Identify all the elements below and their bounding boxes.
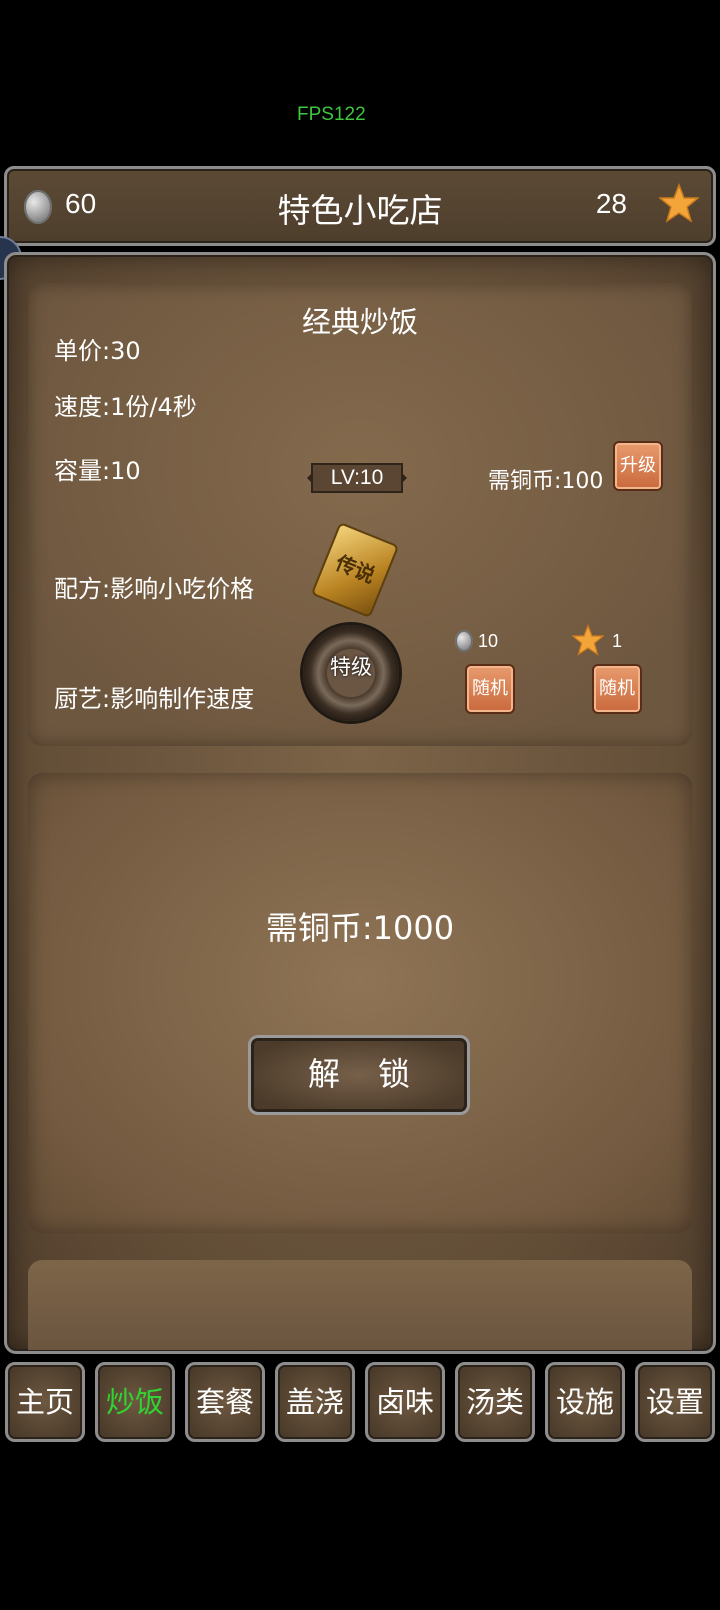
random-coin-cost: 10 [478,631,499,651]
unlock-button[interactable]: 解锁 [248,1035,470,1115]
upgrade-button[interactable]: 升级 [613,441,663,491]
random-coin-button[interactable]: 随机 [465,664,515,714]
star-icon [659,183,699,223]
tab-rice-bowl[interactable]: 盖浇 [275,1362,355,1442]
star-icon [572,624,604,656]
top-bar: 60 特色小吃店 28 [4,166,716,246]
star-count: 28 [595,188,627,219]
tab-set-meal[interactable]: 套餐 [185,1362,265,1442]
unlock-cost: 需铜币:1000 [265,909,455,947]
tab-soup[interactable]: 汤类 [455,1362,535,1442]
tab-home[interactable]: 主页 [5,1362,85,1442]
recipe-book-icon[interactable]: 传说 [310,521,400,619]
tab-facilities[interactable]: 设施 [545,1362,625,1442]
bottom-nav: 主页 炒饭 套餐 盖浇 卤味 汤类 设施 设置 [5,1362,717,1444]
upgrade-cost: 需铜币:100 [488,469,604,494]
fps-counter: FPS122 [297,104,366,125]
speed-label: 速度:1份/4秒 [54,393,197,421]
skill-badge-icon[interactable]: 特级 [303,625,399,721]
recipe-label: 配方:影响小吃价格 [54,575,255,603]
random-star-button[interactable]: 随机 [592,664,642,714]
skill-grade: 特级 [330,655,372,679]
tab-fried-rice[interactable]: 炒饭 [95,1362,175,1442]
next-dish-card [28,1260,692,1350]
price-label: 单价:30 [54,337,141,365]
random-star-cost: 1 [612,631,623,651]
tab-settings[interactable]: 设置 [635,1362,715,1442]
skill-label: 厨艺:影响制作速度 [54,685,255,713]
level-indicator: LV:10 [307,463,407,493]
silver-coin-icon [455,630,473,652]
locked-dish-card: 需铜币:1000 解锁 [28,773,692,1233]
dish-card: 经典炒饭 单价:30 速度:1份/4秒 容量:10 LV:10 需铜币:100 … [28,283,692,746]
capacity-label: 容量:10 [54,457,141,485]
tab-braised[interactable]: 卤味 [365,1362,445,1442]
